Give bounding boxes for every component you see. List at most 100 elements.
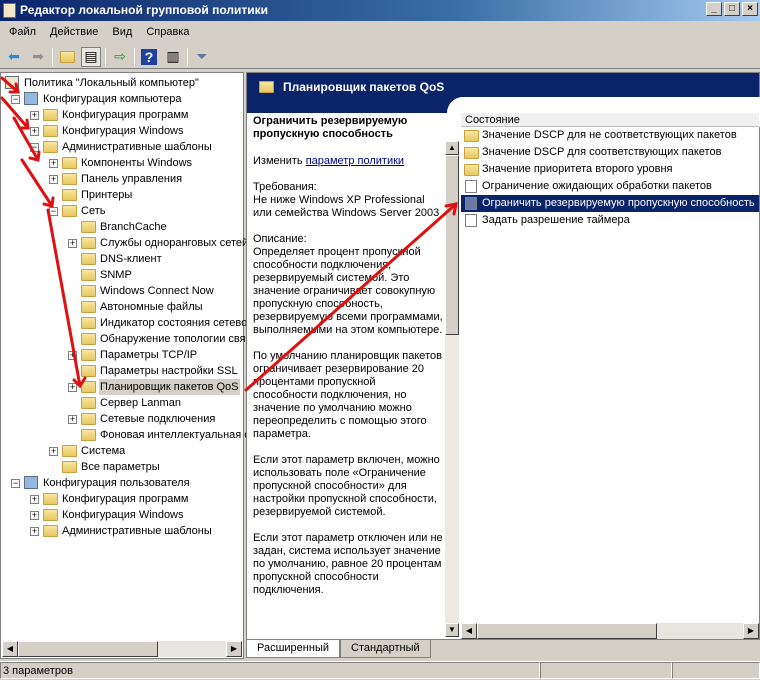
expand-icon[interactable]: + bbox=[30, 511, 39, 520]
list-item[interactable]: Значение приоритета второго уровня bbox=[461, 161, 759, 178]
tab-standard[interactable]: Стандартный bbox=[340, 640, 431, 658]
tree-item[interactable]: − Конфигурация пользователя bbox=[1, 475, 243, 491]
scroll-thumb[interactable] bbox=[445, 155, 459, 335]
expand-icon[interactable]: + bbox=[68, 415, 77, 424]
tree-item[interactable]: + Компоненты Windows bbox=[1, 155, 243, 171]
tree-item[interactable]: + Система bbox=[1, 443, 243, 459]
folder-icon bbox=[62, 173, 77, 185]
scroll-left-button[interactable]: ◀ bbox=[461, 623, 477, 639]
list-item[interactable]: Задать разрешение таймера bbox=[461, 212, 759, 229]
tree-item[interactable]: + Панель управления bbox=[1, 171, 243, 187]
tree-item[interactable]: Индикатор состояния сетевого подключения bbox=[1, 315, 328, 331]
close-button[interactable]: × bbox=[742, 2, 758, 16]
help-icon[interactable]: ? bbox=[139, 47, 159, 67]
menu-view[interactable]: Вид bbox=[105, 22, 139, 44]
tree-item-label: Обнаружение топологии связи bbox=[100, 333, 257, 345]
tree-pane: Политика "Локальный компьютер" − Конфигура… bbox=[0, 72, 333, 659]
tree-item[interactable]: DNS-клиент bbox=[1, 251, 243, 267]
list-hscrollbar[interactable]: ◀ ▶ bbox=[461, 623, 759, 639]
tab-extended[interactable]: Расширенный bbox=[246, 640, 340, 658]
expand-icon[interactable]: + bbox=[30, 127, 39, 136]
tree-item[interactable]: + Конфигурация программ bbox=[1, 107, 243, 123]
tree-item[interactable]: − Сеть bbox=[1, 203, 243, 219]
expand-icon[interactable]: + bbox=[30, 111, 39, 120]
tree-item[interactable]: − Административные шаблоны bbox=[1, 139, 243, 155]
policy-setting-icon bbox=[465, 180, 477, 193]
list-item[interactable]: Ограничение ожидающих обработки пакетов bbox=[461, 178, 759, 195]
tree-item-label: Windows Connect Now bbox=[100, 285, 214, 297]
tree-item[interactable]: + Конфигурация программ bbox=[1, 491, 243, 507]
folder-icon bbox=[81, 349, 96, 361]
expand-icon[interactable]: + bbox=[49, 447, 58, 456]
tree-item[interactable]: Автономные файлы bbox=[1, 299, 243, 315]
tree-item[interactable]: + Административные шаблоны bbox=[1, 523, 243, 539]
tree-item[interactable]: + Конфигурация Windows bbox=[1, 123, 243, 139]
tree-item[interactable]: Windows Connect Now bbox=[1, 283, 243, 299]
scroll-up-button[interactable]: ▲ bbox=[445, 141, 459, 155]
description-label: Описание: bbox=[253, 233, 307, 245]
show-tree-icon[interactable]: ▤ bbox=[81, 46, 101, 67]
maximize-button[interactable]: □ bbox=[724, 2, 740, 16]
tree-item-label: Конфигурация Windows bbox=[62, 125, 184, 137]
tree-item-label: Все параметры bbox=[81, 461, 160, 473]
edit-policy-link[interactable]: параметр политики bbox=[306, 155, 404, 167]
tree-item[interactable]: Политика "Локальный компьютер" bbox=[1, 75, 243, 91]
tree-item[interactable]: BranchCache bbox=[1, 219, 243, 235]
folder-icon bbox=[81, 413, 96, 425]
collapse-icon[interactable]: − bbox=[49, 207, 58, 216]
tree-item[interactable]: Сервер Lanman bbox=[1, 395, 243, 411]
expand-icon[interactable]: + bbox=[68, 239, 77, 248]
list-item[interactable]: Ограничить резервируемую пропускную спос… bbox=[461, 195, 759, 212]
forward-icon[interactable]: ➡ bbox=[28, 47, 48, 67]
list-item-label: Значение приоритета второго уровня bbox=[482, 163, 673, 175]
tree-item[interactable]: + Конфигурация Windows bbox=[1, 507, 243, 523]
expand-icon[interactable]: + bbox=[68, 383, 77, 392]
collapse-icon[interactable]: − bbox=[30, 143, 39, 152]
back-icon[interactable]: ⬅ bbox=[4, 47, 24, 67]
status-text: 3 параметров bbox=[0, 662, 540, 679]
expand-icon[interactable]: + bbox=[49, 159, 58, 168]
filter-icon[interactable]: ⏷ bbox=[192, 47, 212, 67]
tree-item[interactable]: + Планировщик пакетов QoS bbox=[1, 379, 243, 395]
toolbar: ⬅ ➡ ▤ ⇨ ? ▥ ⏷ bbox=[0, 45, 760, 69]
folder-icon bbox=[259, 81, 274, 93]
scroll-left-button[interactable]: ◀ bbox=[2, 641, 18, 657]
tree-hscrollbar[interactable]: ◀ ▶ bbox=[2, 641, 242, 657]
tree-item[interactable]: + Службы одноранговых сетей bbox=[1, 235, 248, 251]
scroll-down-button[interactable]: ▼ bbox=[445, 623, 459, 637]
tree-item[interactable]: Фоновая интеллектуальная служба передачи bbox=[1, 427, 333, 443]
scroll-right-button[interactable]: ▶ bbox=[743, 623, 759, 639]
menu-help[interactable]: Справка bbox=[139, 22, 196, 44]
description-scrollbar[interactable]: ▲ ▼ bbox=[445, 141, 459, 637]
collapse-icon[interactable]: − bbox=[11, 479, 20, 488]
tree-item-label: DNS-клиент bbox=[100, 253, 162, 265]
scroll-right-button[interactable]: ▶ bbox=[226, 641, 242, 657]
tree-item[interactable]: + Сетевые подключения bbox=[1, 411, 243, 427]
export-icon[interactable]: ⇨ bbox=[110, 47, 130, 67]
tree-item-label: BranchCache bbox=[100, 221, 167, 233]
expand-icon[interactable]: + bbox=[30, 495, 39, 504]
collapse-icon[interactable]: − bbox=[11, 95, 20, 104]
minimize-button[interactable]: _ bbox=[706, 2, 722, 16]
tree-item[interactable]: Обнаружение топологии связи bbox=[1, 331, 257, 347]
scroll-thumb[interactable] bbox=[18, 641, 158, 657]
scroll-thumb[interactable] bbox=[477, 623, 657, 639]
tree-item[interactable]: Принтеры bbox=[1, 187, 243, 203]
action-pane-icon[interactable]: ▥ bbox=[163, 47, 183, 67]
tree-item[interactable]: SNMP bbox=[1, 267, 243, 283]
tree-item[interactable]: Все параметры bbox=[1, 459, 243, 475]
expand-icon[interactable]: + bbox=[30, 527, 39, 536]
list-item[interactable]: Значение DSCP для не соответствующих пак… bbox=[461, 127, 759, 144]
menu-action[interactable]: Действие bbox=[43, 22, 105, 44]
status-panel bbox=[540, 662, 672, 679]
column-header-state[interactable]: Состояние bbox=[461, 113, 759, 127]
list-item[interactable]: Значение DSCP для соответствующих пакето… bbox=[461, 144, 759, 161]
expand-icon[interactable]: + bbox=[49, 175, 58, 184]
tree-item[interactable]: Параметры настройки SSL bbox=[1, 363, 243, 379]
help-label: ? bbox=[140, 48, 158, 65]
expand-icon[interactable]: + bbox=[68, 351, 77, 360]
tree-item[interactable]: + Параметры TCP/IP bbox=[1, 347, 243, 363]
tree-item[interactable]: − Конфигурация компьютера bbox=[1, 91, 243, 107]
up-folder-icon[interactable] bbox=[57, 47, 77, 67]
menu-file[interactable]: Файл bbox=[2, 22, 43, 44]
